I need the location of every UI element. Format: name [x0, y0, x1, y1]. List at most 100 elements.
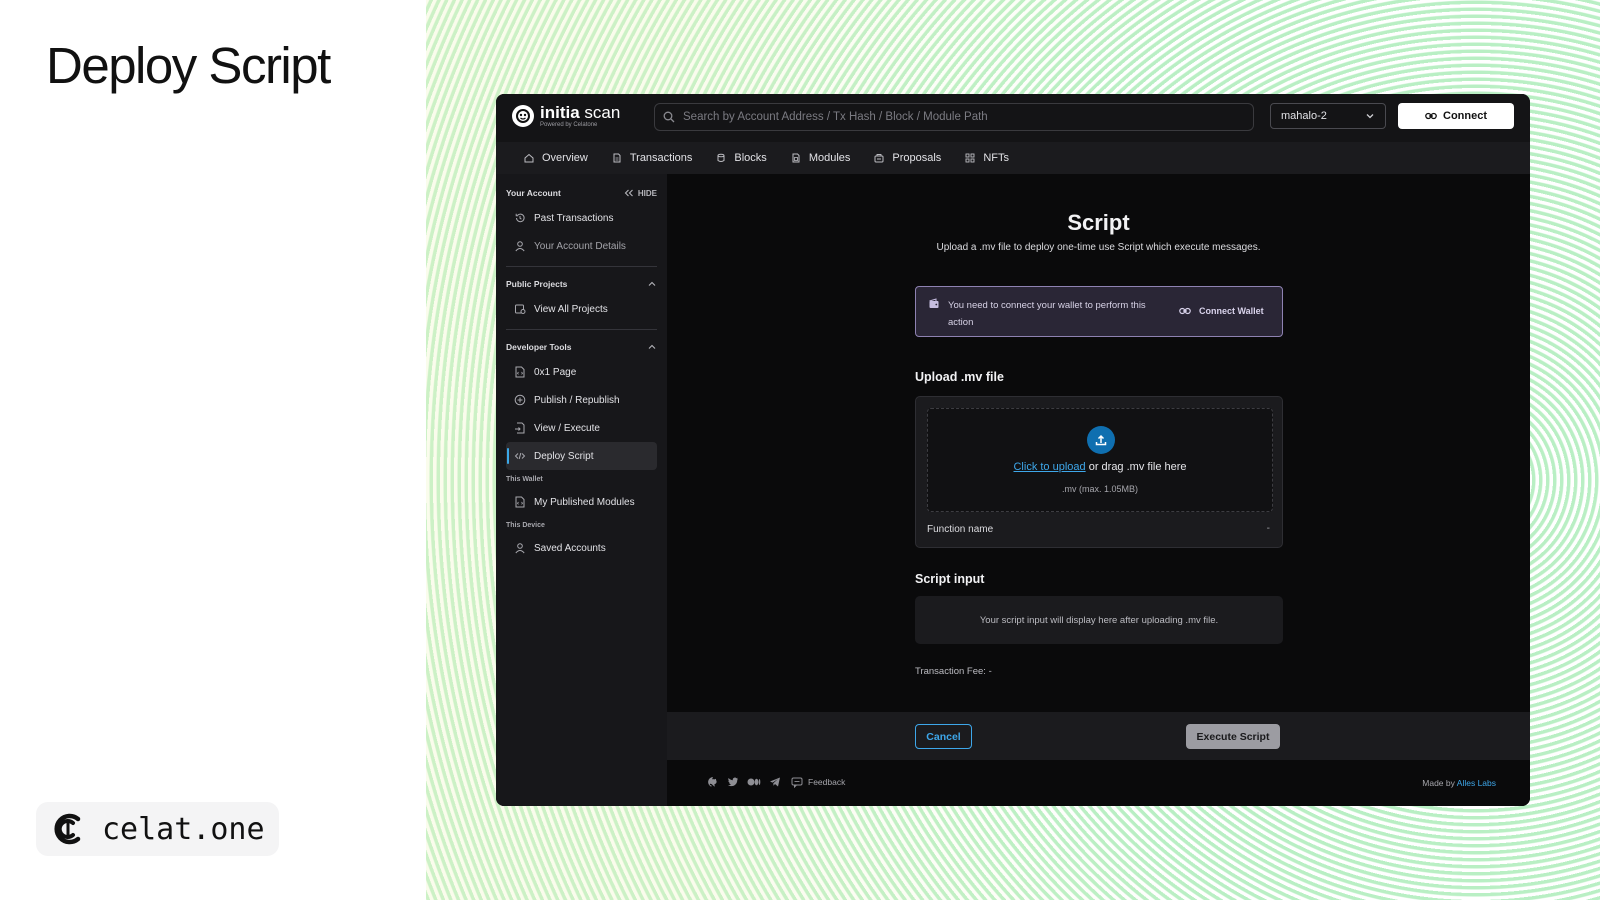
sidebar-item-past-transactions[interactable]: Past Transactions	[506, 204, 657, 232]
file-code-icon	[515, 366, 525, 378]
page-description: Upload a .mv file to deploy one-time use…	[936, 242, 1261, 253]
chevron-up-icon	[648, 281, 656, 286]
network-value: mahalo-2	[1281, 110, 1327, 122]
sidebar-item-saved-accounts[interactable]: Saved Accounts	[506, 534, 657, 562]
script-input-placeholder: Your script input will display here afte…	[915, 596, 1283, 644]
sidebar-item-label: Publish / Republish	[534, 394, 620, 406]
initia-logo[interactable]: initia scan Powered by Celatone	[512, 104, 620, 128]
sidebar-section-developer-tools[interactable]: Developer Tools	[506, 336, 657, 358]
connect-wallet-label: Connect Wallet	[1199, 306, 1264, 316]
nav-label: Blocks	[734, 152, 767, 164]
telegram-icon[interactable]	[769, 776, 781, 788]
history-icon	[515, 213, 525, 223]
sidebar-section-your-account: Your Account HIDE	[506, 182, 657, 204]
nav-overview[interactable]: Overview	[524, 152, 588, 164]
chevron-up-icon	[648, 344, 656, 349]
click-to-upload-link[interactable]: Click to upload	[1013, 461, 1085, 473]
sidebar-item-deploy-script[interactable]: Deploy Script	[506, 442, 657, 470]
sidebar-divider	[506, 329, 657, 330]
sidebar: Your Account HIDE Past Transactions Your…	[496, 174, 667, 806]
twitter-icon[interactable]	[727, 776, 739, 788]
sidebar-item-publish[interactable]: Publish / Republish	[506, 386, 657, 414]
sidebar-item-0x1-page[interactable]: 0x1 Page	[506, 358, 657, 386]
slide-left-panel: Deploy Script celat.one	[0, 0, 426, 900]
nav-modules[interactable]: Modules	[791, 152, 851, 164]
sidebar-item-account-details[interactable]: Your Account Details	[506, 232, 657, 260]
connect-wallet-button[interactable]: Connect Wallet	[1179, 306, 1264, 316]
module-icon	[792, 153, 800, 163]
hide-sidebar-button[interactable]: HIDE	[624, 189, 657, 198]
grid-icon	[965, 153, 975, 163]
upload-card: Click to upload or drag .mv file here .m…	[915, 396, 1283, 548]
connect-wallet-alert: You need to connect your wallet to perfo…	[915, 286, 1283, 337]
function-name-label: Function name	[927, 524, 994, 535]
proposal-icon	[874, 154, 884, 163]
network-select[interactable]: mahalo-2	[1270, 103, 1386, 129]
upload-icon	[1087, 426, 1115, 454]
slide-title: Deploy Script	[46, 37, 331, 94]
sidebar-item-label: Saved Accounts	[534, 542, 606, 554]
page-title: Script	[1067, 210, 1130, 235]
nav-label: Modules	[808, 152, 851, 164]
search-placeholder: Search by Account Address / Tx Hash / Bl…	[683, 111, 988, 123]
search-input[interactable]: Search by Account Address / Tx Hash / Bl…	[654, 103, 1254, 131]
sidebar-item-label: View All Projects	[534, 303, 608, 315]
link-icon	[1179, 307, 1191, 315]
wallet-icon	[929, 298, 939, 308]
sidebar-subheading-this-wallet: This Wallet	[506, 475, 543, 483]
blocks-icon	[717, 153, 725, 162]
user-icon	[515, 241, 525, 252]
cancel-button[interactable]: Cancel	[915, 724, 972, 749]
execute-script-button[interactable]: Execute Script	[1186, 724, 1280, 749]
sidebar-item-view-execute[interactable]: View / Execute	[506, 414, 657, 442]
nav-nfts[interactable]: NFTs	[965, 152, 1009, 164]
nav-transactions[interactable]: Transactions	[612, 152, 693, 164]
function-name-value: -	[1266, 523, 1270, 534]
transaction-fee: Transaction Fee: -	[915, 666, 992, 677]
sidebar-section-public-projects[interactable]: Public Projects	[506, 273, 657, 295]
nav-label: Proposals	[892, 152, 942, 164]
hide-label: HIDE	[637, 188, 657, 198]
github-icon[interactable]	[707, 776, 719, 788]
sidebar-subheading-this-device: This Device	[506, 521, 545, 529]
sidebar-item-label: 0x1 Page	[534, 366, 577, 378]
home-icon	[524, 153, 534, 163]
logo-subtitle: Powered by Celatone	[540, 122, 598, 128]
dropzone-hint: .mv (max. 1.05MB)	[1061, 484, 1138, 494]
nav-label: NFTs	[983, 152, 1009, 164]
feedback-link[interactable]: Feedback	[791, 777, 845, 788]
chevron-down-icon	[1366, 114, 1374, 119]
brand-text: celat.one	[102, 811, 265, 847]
feedback-label: Feedback	[808, 777, 846, 787]
topbar: initia scan Powered by Celatone Search b…	[496, 94, 1530, 142]
logo-suffix: scan	[584, 103, 621, 122]
dropzone-instructions: or drag .mv file here	[1085, 461, 1187, 473]
connect-button[interactable]: Connect	[1398, 103, 1514, 129]
feedback-icon	[791, 777, 803, 788]
sidebar-item-label: Deploy Script	[534, 450, 594, 462]
sidebar-heading: Public Projects	[506, 279, 568, 289]
file-dropzone[interactable]: Click to upload or drag .mv file here .m…	[927, 408, 1273, 512]
nav-blocks[interactable]: Blocks	[716, 152, 767, 164]
sidebar-item-published-modules[interactable]: My Published Modules	[506, 488, 657, 516]
sidebar-heading: Developer Tools	[506, 342, 572, 352]
alles-labs-link[interactable]: Alles Labs	[1457, 778, 1496, 788]
sidebar-item-view-all-projects[interactable]: View All Projects	[506, 295, 657, 323]
plus-circle-icon	[514, 394, 526, 406]
nav-proposals[interactable]: Proposals	[874, 152, 941, 164]
nav-label: Transactions	[629, 152, 693, 164]
main-nav: Overview Transactions Blocks Modules Pro…	[496, 142, 1530, 174]
medium-icon[interactable]	[747, 776, 761, 788]
document-icon	[613, 153, 621, 163]
app-window: initia scan Powered by Celatone Search b…	[496, 94, 1530, 806]
projects-icon	[515, 304, 526, 314]
connect-label: Connect	[1443, 110, 1487, 122]
logo-name: initia	[540, 103, 580, 122]
sidebar-item-label: My Published Modules	[534, 496, 635, 508]
initia-logo-icon	[512, 105, 534, 127]
sidebar-divider	[506, 266, 657, 267]
dropzone-text: Click to upload or drag .mv file here	[928, 461, 1272, 473]
alert-text: You need to connect your wallet to perfo…	[948, 300, 1146, 328]
celatone-logo-icon	[54, 813, 81, 845]
sidebar-item-label: Past Transactions	[534, 212, 614, 224]
